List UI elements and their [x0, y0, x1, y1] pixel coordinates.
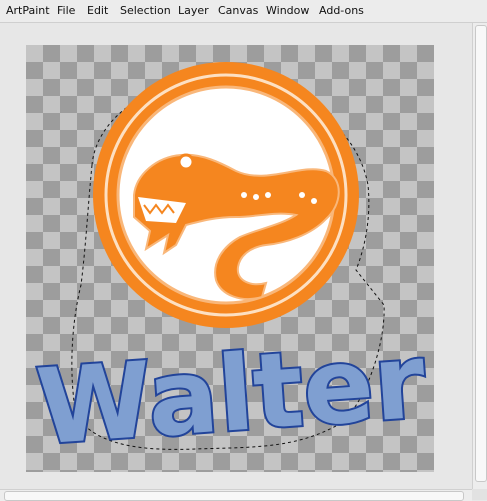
- menu-selection[interactable]: Selection: [118, 0, 173, 22]
- menu-layer[interactable]: Layer: [176, 0, 211, 22]
- vertical-scrollbar[interactable]: [472, 23, 487, 489]
- horizontal-scrollbar[interactable]: [0, 489, 472, 501]
- menu-artpaint[interactable]: ArtPaint: [4, 0, 52, 22]
- vertical-scroll-thumb[interactable]: [475, 25, 487, 482]
- menu-edit[interactable]: Edit: [85, 0, 110, 22]
- salamander-logo-icon: Walter: [31, 62, 431, 470]
- logo-text: Walter: [33, 320, 429, 469]
- salamander-eye: [177, 153, 195, 171]
- menu-window[interactable]: Window: [264, 0, 311, 22]
- scrollbar-corner: [472, 489, 487, 500]
- menu-bar: ArtPaint File Edit Selection Layer Canva…: [0, 0, 487, 23]
- canvas-workspace[interactable]: Walter: [0, 23, 472, 489]
- image-canvas[interactable]: Walter: [26, 45, 434, 472]
- menu-file[interactable]: File: [55, 0, 77, 22]
- menu-addons[interactable]: Add-ons: [317, 0, 366, 22]
- menu-canvas[interactable]: Canvas: [216, 0, 260, 22]
